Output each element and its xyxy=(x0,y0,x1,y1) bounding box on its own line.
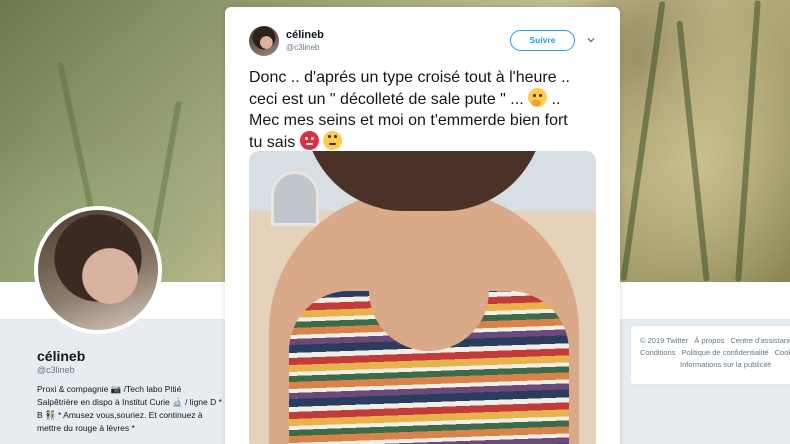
thinking-face-icon xyxy=(528,88,548,107)
tweet-line: tu sais xyxy=(249,134,296,151)
profile-bio: Proxi & compagnie 📷 /Tech labo Pitié Sal… xyxy=(37,384,222,433)
footer-link-cookies[interactable]: Cookies xyxy=(775,348,790,357)
footer-link-copyright[interactable]: © 2019 Twitter xyxy=(640,336,688,345)
chevron-down-icon[interactable] xyxy=(585,34,597,46)
footer-link-terms[interactable]: Conditions xyxy=(640,348,675,357)
profile-handle[interactable]: @c3lineb xyxy=(37,365,75,375)
tweet-display-name[interactable]: célineb xyxy=(286,29,324,41)
footer-links: © 2019 Twitter À propos Centre d'assistanc… xyxy=(640,335,790,371)
tweet-line: Mec mes seins et moi on t'emmerde bien f… xyxy=(249,112,568,129)
footer-link-about[interactable]: À propos xyxy=(694,336,724,345)
tweet-line: .. xyxy=(551,91,561,108)
tweet-handle[interactable]: @c3lineb xyxy=(286,43,319,52)
tweet-line: ceci est un " décolleté de sale pute " .… xyxy=(249,91,524,108)
footer-link-privacy[interactable]: Politique de confidentialité xyxy=(681,348,768,357)
footer-link-help[interactable]: Centre d'assistance xyxy=(730,336,790,345)
tweet-line: Donc .. d'aprés un type croisé tout à l'… xyxy=(249,69,570,86)
tweet-photo[interactable] xyxy=(249,151,596,444)
follow-button[interactable]: Suivre xyxy=(510,30,575,51)
profile-avatar[interactable] xyxy=(34,206,162,334)
tweet-text: Donc .. d'aprés un type croisé tout à l'… xyxy=(249,67,604,153)
eye-roll-face-icon xyxy=(323,131,343,150)
profile-name[interactable]: célineb xyxy=(37,348,85,364)
tweet-avatar[interactable] xyxy=(249,26,279,56)
angry-face-icon xyxy=(299,131,319,150)
tweet-card: célineb @c3lineb Suivre Donc .. d'aprés … xyxy=(225,7,620,444)
footer-link-ads[interactable]: Informations sur la publicité xyxy=(680,360,771,369)
